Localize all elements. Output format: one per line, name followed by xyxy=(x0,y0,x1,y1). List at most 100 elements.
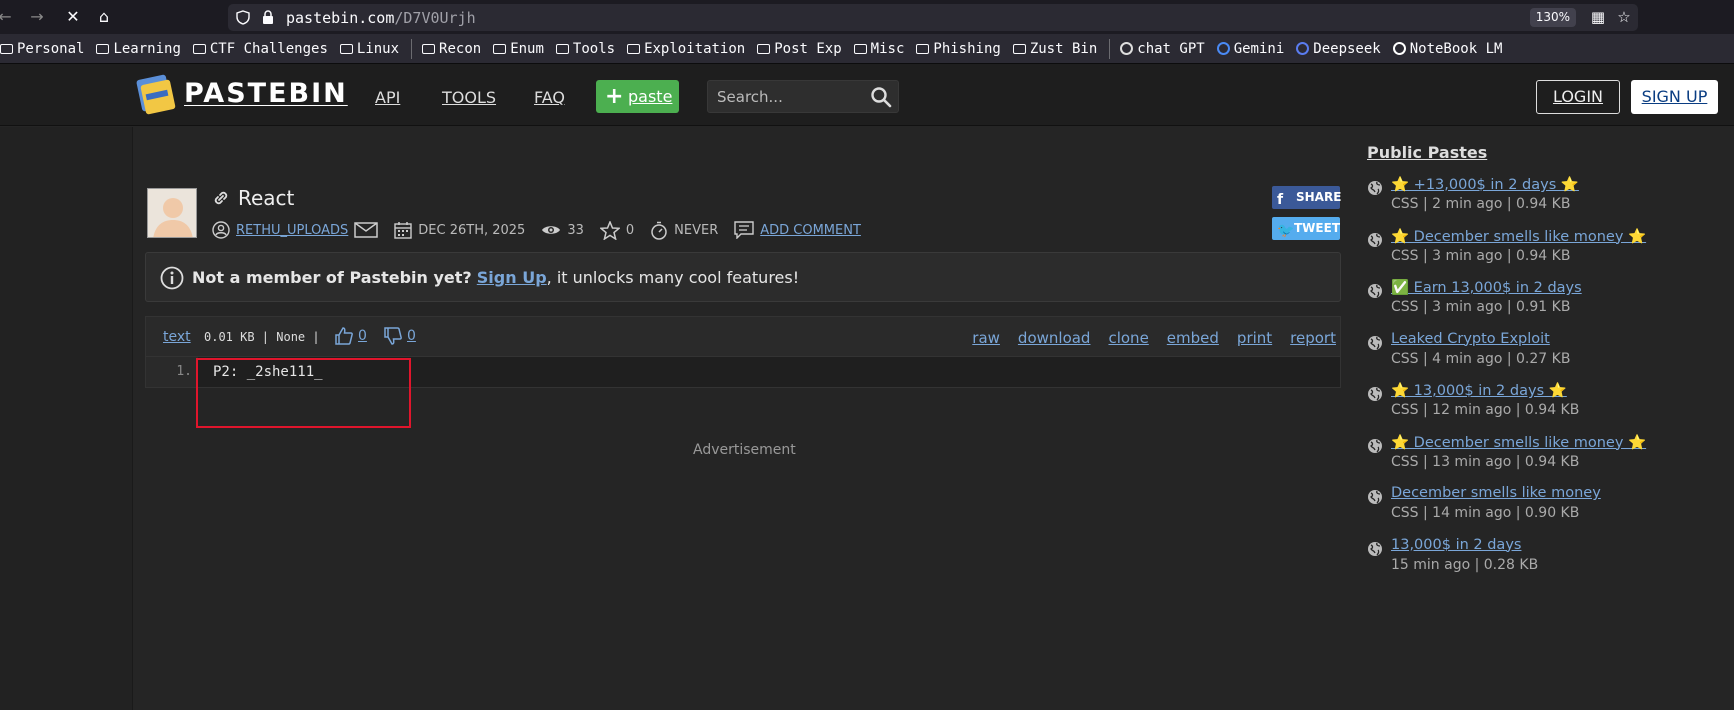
tweet-button[interactable]: 🐦 TWEET xyxy=(1272,217,1340,240)
globe-icon xyxy=(1368,181,1382,195)
raw-link[interactable]: raw xyxy=(972,329,1000,347)
like-button[interactable]: 0 xyxy=(334,326,367,346)
print-link[interactable]: print xyxy=(1237,329,1272,347)
syntax-format-link[interactable]: text xyxy=(163,329,191,345)
paste-date: DEC 26TH, 2025 xyxy=(418,222,526,238)
forward-icon[interactable]: → xyxy=(28,8,46,26)
signup-button[interactable]: SIGN UP xyxy=(1631,80,1718,114)
logo-text[interactable]: PASTEBIN xyxy=(184,78,348,109)
search-input[interactable] xyxy=(708,81,858,112)
dislike-button[interactable]: 0 xyxy=(383,326,416,346)
public-pastes-title[interactable]: Public Pastes xyxy=(1367,143,1487,162)
bookmark-item[interactable]: Personal xyxy=(0,41,84,57)
public-paste-meta: CSS | 14 min ago | 0.90 KB xyxy=(1391,505,1580,521)
public-paste-link[interactable]: ⭐ +13,000$ in 2 days ⭐ xyxy=(1391,176,1579,193)
info-icon xyxy=(160,266,184,290)
extensions-grid-icon[interactable]: ▦ xyxy=(1588,7,1608,27)
public-paste-item: ⭐ December smells like money ⭐ CSS | 13 m… xyxy=(1367,434,1727,484)
public-paste-link[interactable]: ⭐ December smells like money ⭐ xyxy=(1391,228,1646,245)
pastebin-logo-icon[interactable] xyxy=(136,74,176,116)
clone-link[interactable]: clone xyxy=(1108,329,1148,347)
search-icon[interactable] xyxy=(870,86,892,108)
paste-meta: RETHU_UPLOADS DEC 26TH, 2025 33 0 NEVER … xyxy=(212,220,877,240)
nav-faq[interactable]: FAQ xyxy=(534,88,565,107)
bookmark-item[interactable]: Deepseek xyxy=(1296,41,1381,57)
avatar[interactable] xyxy=(147,188,197,238)
link-icon[interactable] xyxy=(212,189,230,207)
star-icon[interactable] xyxy=(599,220,620,240)
bookmark-item[interactable]: Linux xyxy=(339,41,399,57)
url-domain: pastebin.com xyxy=(286,9,395,27)
nav-tools[interactable]: TOOLS xyxy=(442,88,496,107)
embed-link[interactable]: embed xyxy=(1167,329,1219,347)
public-paste-link[interactable]: ⭐ December smells like money ⭐ xyxy=(1391,434,1646,451)
message-icon[interactable] xyxy=(354,222,379,238)
bookmark-item[interactable]: Misc xyxy=(853,40,905,57)
nav-api[interactable]: API xyxy=(375,88,400,107)
bookmark-item[interactable]: CTF Challenges xyxy=(192,41,328,57)
public-paste-link[interactable]: 13,000$ in 2 days xyxy=(1391,537,1521,553)
gemini-icon xyxy=(1216,42,1230,55)
folder-icon xyxy=(1012,43,1026,54)
public-paste-meta: CSS | 3 min ago | 0.91 KB xyxy=(1391,299,1571,315)
bookmark-label: Misc xyxy=(870,40,905,57)
public-paste-meta: CSS | 3 min ago | 0.94 KB xyxy=(1391,247,1571,264)
stop-icon[interactable]: ✕ xyxy=(64,8,82,26)
author-link[interactable]: RETHU_UPLOADS xyxy=(236,223,348,238)
paste-actions: raw download clone embed print report xyxy=(972,329,1336,347)
thumbs-down-icon xyxy=(384,327,402,345)
public-paste-link[interactable]: Leaked Crypto Exploit xyxy=(1391,331,1550,347)
new-paste-label: paste xyxy=(628,87,673,106)
public-paste-item: December smells like money CSS | 14 min a… xyxy=(1367,485,1727,535)
back-icon[interactable]: ← xyxy=(0,8,14,26)
folder-icon xyxy=(96,43,110,54)
expiry-value: NEVER xyxy=(674,222,719,238)
login-button[interactable]: LOGIN xyxy=(1536,80,1620,114)
bookmark-item[interactable]: Zust Bin xyxy=(1012,41,1097,57)
plus-icon: + xyxy=(605,84,624,109)
public-paste-link[interactable]: December smells like money xyxy=(1391,485,1601,501)
url-bar[interactable]: pastebin.com/D7V0Urjh 130% ▦ ☆ xyxy=(228,4,1638,31)
search-box xyxy=(707,80,899,113)
bookmark-star-icon[interactable]: ☆ xyxy=(1614,7,1634,27)
bookmark-item[interactable]: Recon xyxy=(422,41,481,57)
public-paste-link[interactable]: ⭐ 13,000$ in 2 days ⭐ xyxy=(1391,382,1567,399)
bookmark-label: Enum xyxy=(510,40,544,57)
download-link[interactable]: download xyxy=(1018,329,1091,347)
home-icon[interactable]: ⌂ xyxy=(95,8,113,26)
bookmark-item[interactable]: Tools xyxy=(555,40,616,57)
report-link[interactable]: report xyxy=(1290,329,1336,347)
public-paste-link[interactable]: ✅ Earn 13,000$ in 2 days xyxy=(1391,279,1582,296)
bookmark-item[interactable]: Learning xyxy=(96,41,181,57)
bookmarks-toolbar: Personal Learning CTF Challenges Linux Recon… xyxy=(0,34,1734,64)
add-comment-link[interactable]: ADD COMMENT xyxy=(760,223,861,238)
bookmark-item[interactable]: Enum xyxy=(493,41,544,57)
folder-icon xyxy=(422,43,436,54)
zoom-level[interactable]: 130% xyxy=(1529,8,1576,27)
lock-icon[interactable] xyxy=(262,10,274,25)
bookmark-label: Gemini xyxy=(1233,40,1285,57)
bookmark-item[interactable]: NoteBook LM xyxy=(1392,40,1503,57)
facebook-share-button[interactable]: f SHARE xyxy=(1272,186,1341,209)
notice-rest-text: , it unlocks many cool features! xyxy=(546,268,800,287)
bookmark-item[interactable]: Gemini xyxy=(1216,40,1285,57)
bookmark-label: NoteBook LM xyxy=(1409,40,1503,57)
bookmark-item[interactable]: chat GPT xyxy=(1120,41,1205,57)
bookmark-label: Tools xyxy=(572,40,616,57)
public-paste-item: ⭐ 13,000$ in 2 days ⭐ CSS | 12 min ago | … xyxy=(1367,382,1727,432)
dislike-count: 0 xyxy=(407,328,416,344)
bookmark-label: Phishing xyxy=(933,40,1001,57)
shield-icon[interactable] xyxy=(236,10,250,25)
notice-bold-text: Not a member of Pastebin yet? xyxy=(192,268,472,287)
url-text[interactable]: pastebin.com/D7V0Urjh xyxy=(286,9,476,27)
twitter-icon: 🐦 xyxy=(1277,223,1295,239)
browser-toolbar: ← → ✕ ⌂ pastebin.com/D7V0Urjh 130% ▦ ☆ xyxy=(0,0,1734,34)
bookmark-item[interactable]: Phishing xyxy=(916,40,1001,57)
comment-icon[interactable] xyxy=(734,221,754,239)
bookmark-item[interactable]: Post Exp xyxy=(757,41,842,57)
notice-signup-link[interactable]: Sign Up xyxy=(477,268,547,287)
new-paste-button[interactable]: + paste xyxy=(596,80,679,113)
bookmark-item[interactable]: Exploitation xyxy=(627,41,745,57)
bookmark-label: Personal xyxy=(17,40,85,57)
thumbs-up-icon xyxy=(335,327,353,345)
